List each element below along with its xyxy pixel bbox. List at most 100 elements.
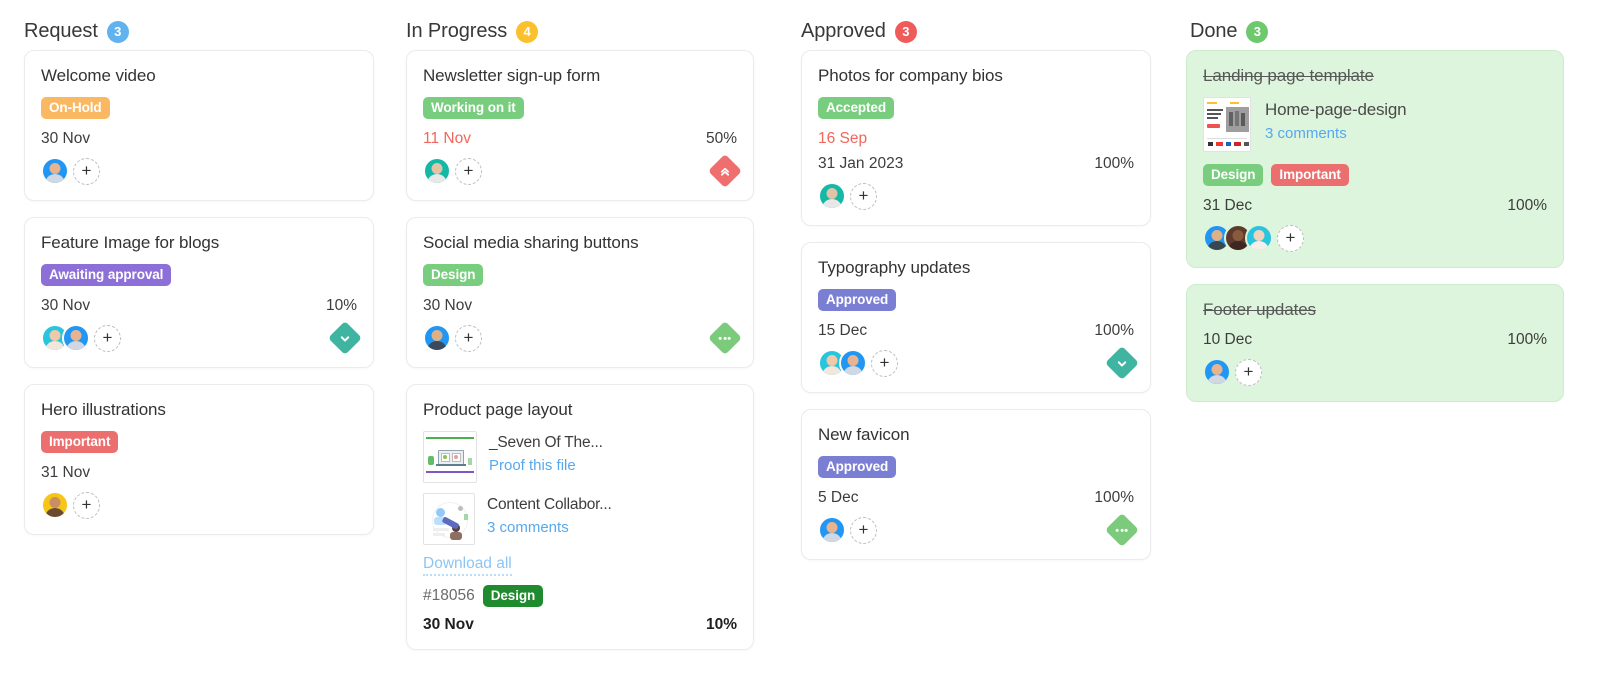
- avatar[interactable]: [1203, 358, 1231, 386]
- task-id-row: #18056 Design: [423, 585, 737, 607]
- avatar[interactable]: [423, 157, 451, 185]
- add-assignee-button[interactable]: +: [850, 517, 877, 544]
- add-assignee-button[interactable]: +: [1235, 359, 1262, 386]
- avatar[interactable]: [41, 491, 69, 519]
- status-tag[interactable]: On-Hold: [41, 97, 110, 119]
- card-footer: +: [818, 182, 1134, 210]
- status-tag[interactable]: Working on it: [423, 97, 524, 119]
- card-meta: 31 Nov: [41, 464, 357, 482]
- label-tag[interactable]: Design: [423, 264, 483, 286]
- avatar-group: +: [818, 182, 877, 210]
- column-header-done: Done 3: [1186, 0, 1600, 50]
- avatar-group: +: [41, 491, 100, 519]
- add-assignee-button[interactable]: +: [871, 350, 898, 377]
- priority-medium-icon[interactable]: [708, 321, 742, 355]
- due-date: 5 Dec: [818, 489, 859, 507]
- card-footer: +: [41, 157, 357, 185]
- status-tag[interactable]: Important: [41, 431, 118, 453]
- tag-row: Awaiting approval: [41, 264, 357, 286]
- avatar[interactable]: [818, 516, 846, 544]
- label-tag[interactable]: Design: [1203, 164, 1263, 186]
- card-list-done: Landing page template: [1186, 50, 1600, 418]
- progress-percent: 10%: [706, 616, 737, 634]
- task-card[interactable]: Footer updates 10 Dec 100% +: [1186, 284, 1564, 402]
- card-meta: 31 Dec 100%: [1203, 197, 1547, 215]
- tag-row: Accepted: [818, 97, 1134, 119]
- task-card[interactable]: New favicon Approved 5 Dec 100% +: [801, 409, 1151, 560]
- add-assignee-button[interactable]: +: [1277, 225, 1304, 252]
- card-list-approved: Photos for company bios Accepted 16 Sep …: [801, 50, 1177, 576]
- add-assignee-button[interactable]: +: [73, 492, 100, 519]
- card-title: Footer updates: [1203, 300, 1547, 320]
- card-meta: 11 Nov 50%: [423, 130, 737, 148]
- task-card[interactable]: Product page layout: [406, 384, 754, 650]
- priority-low-icon[interactable]: [1105, 346, 1139, 380]
- avatar-group: +: [1203, 224, 1304, 252]
- card-title: Feature Image for blogs: [41, 233, 357, 253]
- column-title: In Progress: [406, 20, 507, 43]
- card-footer: +: [818, 516, 1134, 544]
- due-date: 30 Nov: [423, 297, 472, 315]
- task-card[interactable]: Social media sharing buttons Design 30 N…: [406, 217, 754, 368]
- card-meta: 30 Nov 10%: [423, 616, 737, 634]
- task-card[interactable]: Landing page template: [1186, 50, 1564, 268]
- card-title: Welcome video: [41, 66, 357, 86]
- add-assignee-button[interactable]: +: [455, 325, 482, 352]
- priority-medium-icon[interactable]: [1105, 513, 1139, 547]
- column-count-badge: 4: [516, 21, 538, 43]
- avatar[interactable]: [818, 182, 846, 210]
- task-card[interactable]: Feature Image for blogs Awaiting approva…: [24, 217, 374, 368]
- label-tag[interactable]: Design: [483, 585, 543, 607]
- comments-link[interactable]: 3 comments: [487, 519, 612, 536]
- card-list-in-progress: Newsletter sign-up form Working on it 11…: [406, 50, 786, 666]
- attachment-item[interactable]: _Seven Of The... Proof this file: [423, 431, 737, 483]
- card-footer: +: [818, 349, 1134, 377]
- avatar-group: +: [41, 324, 121, 352]
- avatar[interactable]: [41, 157, 69, 185]
- add-assignee-button[interactable]: +: [94, 325, 121, 352]
- priority-high-icon[interactable]: [708, 154, 742, 188]
- tag-row: On-Hold: [41, 97, 357, 119]
- add-assignee-button[interactable]: +: [850, 183, 877, 210]
- status-tag[interactable]: Awaiting approval: [41, 264, 171, 286]
- avatar[interactable]: [839, 349, 867, 377]
- card-title: Newsletter sign-up form: [423, 66, 737, 86]
- add-assignee-button[interactable]: +: [455, 158, 482, 185]
- attachment-thumbnail-people[interactable]: [423, 493, 475, 545]
- task-card[interactable]: Newsletter sign-up form Working on it 11…: [406, 50, 754, 201]
- status-tag[interactable]: Approved: [818, 289, 896, 311]
- avatar[interactable]: [1245, 224, 1273, 252]
- due-date: 15 Dec: [818, 322, 867, 340]
- column-title: Done: [1190, 20, 1237, 43]
- status-tag[interactable]: Approved: [818, 456, 896, 478]
- attachment-thumbnail-laptop[interactable]: [423, 431, 477, 483]
- task-card[interactable]: Photos for company bios Accepted 16 Sep …: [801, 50, 1151, 226]
- column-approved: Approved 3 Photos for company bios Accep…: [786, 0, 1177, 682]
- tag-row: Working on it: [423, 97, 737, 119]
- attachment-thumbnail-webpage[interactable]: [1203, 97, 1251, 152]
- card-title: Product page layout: [423, 400, 737, 420]
- add-assignee-button[interactable]: +: [73, 158, 100, 185]
- download-all-link[interactable]: Download all: [423, 555, 512, 576]
- label-tag[interactable]: Important: [1271, 164, 1348, 186]
- progress-percent: 100%: [1094, 322, 1134, 340]
- task-card[interactable]: Welcome video On-Hold 30 Nov +: [24, 50, 374, 201]
- tag-row: Design Important: [1203, 164, 1547, 186]
- status-tag[interactable]: Accepted: [818, 97, 894, 119]
- task-card[interactable]: Typography updates Approved 15 Dec 100%: [801, 242, 1151, 393]
- attachment-item[interactable]: Content Collabor... 3 comments: [423, 493, 737, 545]
- avatar[interactable]: [423, 324, 451, 352]
- avatar[interactable]: [62, 324, 90, 352]
- comments-link[interactable]: 3 comments: [1265, 125, 1406, 142]
- column-count-badge: 3: [1246, 21, 1268, 43]
- avatar-group: +: [818, 349, 898, 377]
- card-footer: +: [1203, 224, 1547, 252]
- attachment-item[interactable]: Home-page-design 3 comments: [1203, 97, 1547, 152]
- priority-low-icon[interactable]: [328, 321, 362, 355]
- card-meta: 30 Nov 10%: [41, 297, 357, 315]
- attachment-name: _Seven Of The...: [489, 434, 603, 452]
- attachment-info: Home-page-design 3 comments: [1265, 97, 1406, 142]
- proof-file-link[interactable]: Proof this file: [489, 457, 603, 474]
- tag-row: Approved: [818, 456, 1134, 478]
- task-card[interactable]: Hero illustrations Important 31 Nov +: [24, 384, 374, 535]
